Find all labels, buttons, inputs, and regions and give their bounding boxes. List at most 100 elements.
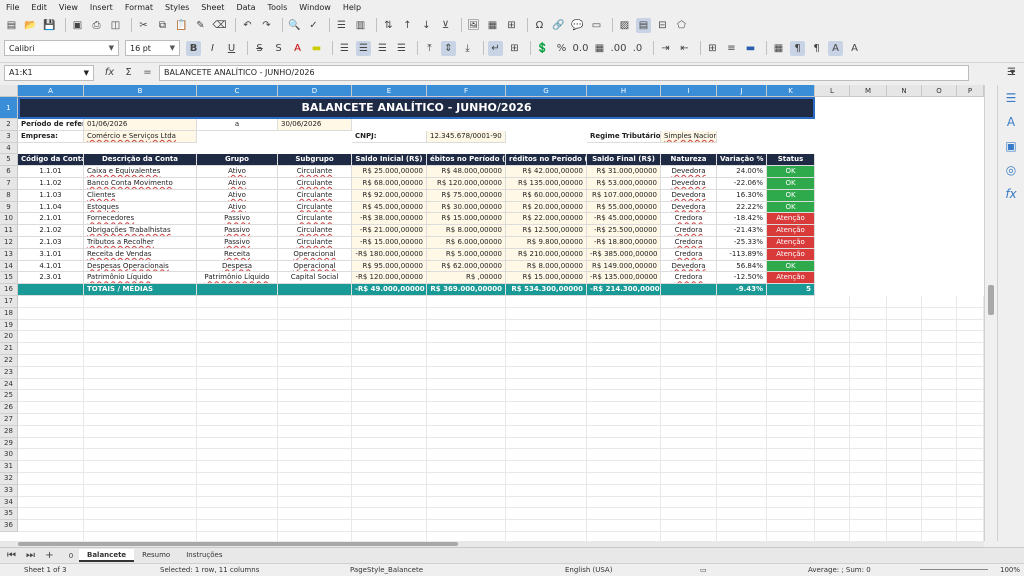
menu-tools[interactable]: Tools	[268, 3, 288, 12]
row-header-11[interactable]: 11	[0, 225, 18, 237]
table-cell[interactable]: R$ 8.000,00000	[506, 260, 587, 273]
row-header-15[interactable]: 15	[0, 272, 18, 285]
table-cell[interactable]: Credora	[661, 237, 717, 249]
totals-cell[interactable]: TOTAIS / MÉDIAS	[84, 284, 197, 296]
table-cell[interactable]: R$ 8.000,00000	[427, 225, 506, 237]
table-cell[interactable]: R$ 55.000,00000	[587, 201, 661, 214]
merge-cells-icon[interactable]: ⊞	[507, 41, 522, 56]
totals-cell[interactable]	[18, 284, 84, 296]
table-cell[interactable]: Circulante	[278, 189, 352, 202]
table-cell[interactable]: Estoques	[84, 201, 197, 214]
row-header-20[interactable]: 20	[0, 331, 18, 344]
save-icon[interactable]: 💾	[42, 18, 57, 33]
row-header-29[interactable]: 29	[0, 437, 18, 450]
table-cell[interactable]: Capital Social	[278, 272, 352, 285]
column-title[interactable]: Grupo	[197, 154, 278, 167]
column-header-f[interactable]: F	[427, 85, 506, 97]
increase-indent-icon[interactable]: ⇥	[658, 41, 673, 56]
borders-icon[interactable]: ⊞	[705, 41, 720, 56]
column-header-o[interactable]: O	[922, 85, 957, 97]
row-header-10[interactable]: 10	[0, 213, 18, 226]
add-decimal-icon[interactable]: .00	[611, 41, 627, 56]
period-label[interactable]: Período de referê	[18, 119, 84, 131]
function-wizard-icon[interactable]: fx	[102, 65, 117, 80]
border-color-icon[interactable]: ▬	[743, 41, 758, 56]
row-header-24[interactable]: 24	[0, 378, 18, 391]
row-header-31[interactable]: 31	[0, 461, 18, 473]
show-draw-functions-icon[interactable]: ⬠	[674, 18, 689, 33]
table-cell[interactable]: Circulante	[278, 178, 352, 190]
row-header-18[interactable]: 18	[0, 307, 18, 320]
table-cell[interactable]: -22.06%	[717, 178, 767, 190]
align-left-icon[interactable]: ☰	[337, 41, 352, 56]
table-cell[interactable]: -113.89%	[717, 248, 767, 261]
row-header-25[interactable]: 25	[0, 390, 18, 403]
new-icon[interactable]: ▤	[4, 18, 19, 33]
menu-format[interactable]: Format	[125, 3, 153, 12]
table-cell[interactable]: Tributos a Recolher	[84, 237, 197, 249]
table-cell[interactable]: R$ 120.000,00000	[427, 178, 506, 190]
table-cell[interactable]: R$ 12.500,00000	[506, 225, 587, 237]
date-format-icon[interactable]: ▦	[592, 41, 607, 56]
styles-icon[interactable]: A	[1003, 115, 1019, 131]
table-cell[interactable]: Passivo	[197, 237, 278, 249]
row-header-35[interactable]: 35	[0, 508, 18, 521]
cnpj-value[interactable]: 12.345.678/0001-90	[427, 130, 506, 143]
paste-icon[interactable]: 📋	[174, 18, 189, 33]
row-header-34[interactable]: 34	[0, 496, 18, 509]
table-cell[interactable]: R$ 25.000,00000	[352, 166, 427, 178]
table-cell[interactable]: 1.1.02	[18, 178, 84, 190]
split-window-icon[interactable]: ⊟	[655, 18, 670, 33]
table-cell[interactable]: 16.30%	[717, 189, 767, 202]
wrap-text-icon[interactable]: ↵	[488, 40, 503, 56]
table-cell[interactable]: R$ 45.000,00000	[352, 201, 427, 214]
table-cell[interactable]: Caixa e Equivalentes	[84, 166, 197, 178]
totals-cell[interactable]: -R$ 49.000,00000	[352, 284, 427, 296]
table-cell[interactable]: Devedora	[661, 260, 717, 273]
formula-input[interactable]: BALANCETE ANALÍTICO - JUNHO/2026	[159, 64, 969, 81]
column-title[interactable]: ébitos no Período (R$	[427, 154, 506, 167]
column-title[interactable]: Status	[767, 154, 815, 167]
row-header-6[interactable]: 6	[0, 166, 18, 178]
copy-icon[interactable]: ⧉	[155, 18, 170, 33]
column-title[interactable]: Descrição da Conta	[84, 154, 197, 167]
cnpj-label[interactable]: CNPJ:	[352, 130, 427, 143]
table-cell[interactable]: Despesa	[197, 260, 278, 273]
image-icon[interactable]: 🖼	[466, 18, 481, 33]
table-cell[interactable]: R$ 22.000,00000	[506, 213, 587, 226]
add-sheet-icon[interactable]: +	[42, 548, 57, 563]
table-cell[interactable]: Patrimônio Líquido	[84, 272, 197, 285]
column-header-j[interactable]: J	[717, 85, 767, 97]
autofilter-icon[interactable]: ⊻	[438, 18, 453, 33]
table-cell[interactable]: R$ 107.000,00000	[587, 189, 661, 202]
status-badge[interactable]: OK	[767, 178, 815, 190]
period-start-value[interactable]: 01/06/2026	[84, 119, 197, 131]
table-cell[interactable]: Passivo	[197, 213, 278, 226]
table-cell[interactable]: Ativo	[197, 178, 278, 190]
functions-icon[interactable]: fx	[1003, 187, 1019, 203]
shadow-icon[interactable]: S	[271, 41, 286, 56]
column-header-c[interactable]: C	[197, 85, 278, 97]
table-cell[interactable]: R$ 15.000,00000	[506, 272, 587, 285]
sheet-title[interactable]: BALANCETE ANALÍTICO - JUNHO/2026	[18, 97, 815, 119]
border-style-icon[interactable]: ≡	[724, 41, 739, 56]
table-cell[interactable]: R$ 9.800,00000	[506, 237, 587, 249]
text-direction-icon[interactable]: A	[828, 40, 843, 56]
table-cell[interactable]: 2.3.01	[18, 272, 84, 285]
align-bottom-icon[interactable]: ⤓	[460, 41, 475, 56]
highlight-color-icon[interactable]: ▬	[309, 41, 324, 56]
table-cell[interactable]: Receita	[197, 248, 278, 261]
vertical-text-icon[interactable]: A	[847, 41, 862, 56]
define-print-area-icon[interactable]: ▨	[617, 18, 632, 33]
open-icon[interactable]: 📂	[23, 18, 38, 33]
table-cell[interactable]: -R$ 135.000,00000	[587, 272, 661, 285]
table-cell[interactable]: Despesas Operacionais	[84, 260, 197, 273]
table-cell[interactable]: 2.1.03	[18, 237, 84, 249]
table-cell[interactable]: Clientes	[84, 189, 197, 202]
status-badge[interactable]: Atenção	[767, 272, 815, 285]
hyperlink-icon[interactable]: 🔗	[551, 18, 566, 33]
table-cell[interactable]: R$ 5.000,00000	[427, 248, 506, 261]
row-header-12[interactable]: 12	[0, 237, 18, 249]
table-cell[interactable]: R$ 20.000,00000	[506, 201, 587, 214]
column-icon[interactable]: ▥	[353, 18, 368, 33]
